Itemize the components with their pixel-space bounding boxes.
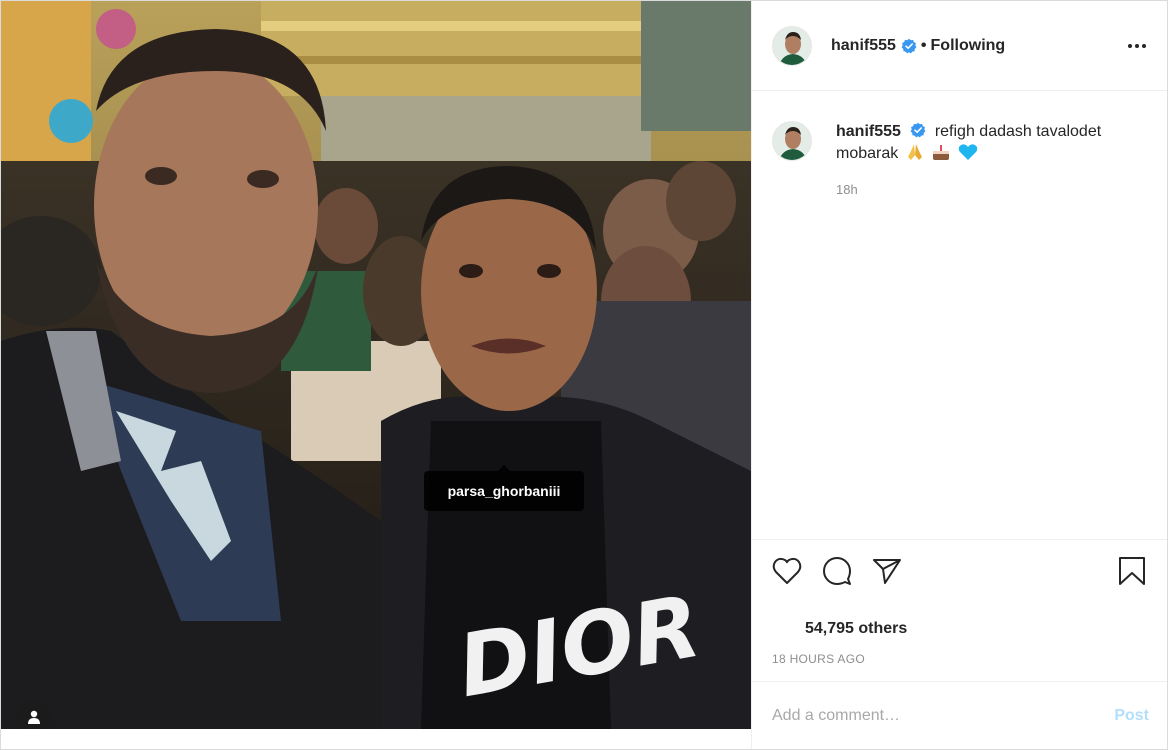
action-bar <box>752 539 1167 601</box>
cake-icon <box>933 145 950 160</box>
blue-heart-icon <box>958 144 977 160</box>
more-options-button[interactable] <box>1125 34 1149 58</box>
comment-icon <box>823 556 851 585</box>
more-options-icon <box>1128 43 1146 48</box>
post-header: hanif555 • Following <box>752 1 1167 91</box>
like-button[interactable] <box>770 554 804 588</box>
share-button[interactable] <box>870 554 904 588</box>
caption: hanif555 refigh dadash tavalodet mobarak <box>772 121 1142 201</box>
save-button[interactable] <box>1115 554 1149 588</box>
caption-username[interactable]: hanif555 <box>836 123 901 140</box>
comment-button[interactable] <box>820 554 854 588</box>
posted-time[interactable]: 18 HOURS AGO <box>772 652 865 666</box>
show-tags-button[interactable] <box>17 700 51 729</box>
post-comment-button[interactable]: Post <box>1114 707 1149 725</box>
heart-icon <box>772 557 802 584</box>
caption-time[interactable]: 18h <box>836 179 1142 201</box>
caption-avatar[interactable] <box>772 121 812 161</box>
user-tag-label: parsa_ghorbaniii <box>447 483 561 499</box>
folded-hands-icon <box>907 144 922 160</box>
avatar-image <box>773 26 811 65</box>
verified-badge-icon <box>910 122 926 138</box>
comment-input[interactable] <box>772 706 1115 725</box>
bookmark-icon <box>1119 556 1145 585</box>
verified-badge-icon <box>901 38 917 53</box>
avatar[interactable] <box>772 25 812 66</box>
following-button[interactable]: Following <box>931 37 1006 55</box>
avatar-image <box>773 122 811 160</box>
post-dialog: DIOR parsa_ghorbaniii hanif555 • Followi… <box>0 0 1168 750</box>
user-tag[interactable]: parsa_ghorbaniii <box>424 465 584 511</box>
header-username[interactable]: hanif555 <box>831 37 896 55</box>
share-icon <box>873 558 901 584</box>
likes-count[interactable]: 54,795 others <box>805 620 907 638</box>
post-photo[interactable]: DIOR parsa_ghorbaniii <box>1 1 751 729</box>
user-icon <box>28 710 40 724</box>
header-separator: • <box>920 36 927 54</box>
comment-bar: Post <box>752 681 1167 749</box>
post-side-panel: hanif555 • Following hanif555 refigh dad… <box>751 1 1167 749</box>
photo-image: DIOR <box>1 1 751 729</box>
